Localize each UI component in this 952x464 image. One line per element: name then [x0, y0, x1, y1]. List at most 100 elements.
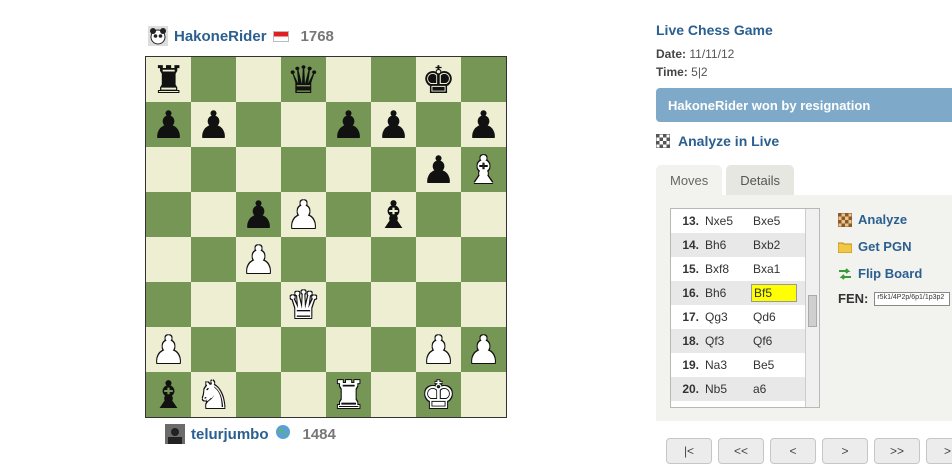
- panda-avatar-icon[interactable]: [148, 26, 168, 46]
- square-g2[interactable]: ♟: [416, 327, 461, 372]
- square-g5[interactable]: [416, 192, 461, 237]
- square-b2[interactable]: [191, 327, 236, 372]
- square-e2[interactable]: [326, 327, 371, 372]
- square-d3[interactable]: ♛: [281, 282, 326, 327]
- square-g4[interactable]: [416, 237, 461, 282]
- square-b3[interactable]: [191, 282, 236, 327]
- square-h5[interactable]: [461, 192, 506, 237]
- square-f8[interactable]: [371, 57, 416, 102]
- get-pgn-button[interactable]: Get PGN: [838, 237, 922, 256]
- first-move-button[interactable]: |<: [666, 438, 712, 464]
- fen-field[interactable]: r5k1/4P2p/6p1/1p3p2: [874, 291, 951, 306]
- white-pawn-piece[interactable]: ♟: [421, 331, 455, 369]
- square-e6[interactable]: [326, 147, 371, 192]
- square-d8[interactable]: ♛: [281, 57, 326, 102]
- square-d7[interactable]: [281, 102, 326, 147]
- square-d1[interactable]: [281, 372, 326, 417]
- square-h4[interactable]: [461, 237, 506, 282]
- black-move[interactable]: Bxa1: [751, 262, 799, 276]
- white-move[interactable]: Bh6: [703, 286, 751, 300]
- square-c8[interactable]: [236, 57, 281, 102]
- square-c7[interactable]: [236, 102, 281, 147]
- square-f4[interactable]: [371, 237, 416, 282]
- square-h3[interactable]: [461, 282, 506, 327]
- scrollbar-thumb[interactable]: [808, 295, 817, 327]
- user-photo-icon[interactable]: [165, 424, 185, 444]
- black-rook-piece[interactable]: ♜: [151, 61, 185, 99]
- square-h2[interactable]: ♟: [461, 327, 506, 372]
- move-list-scrollbar[interactable]: [805, 209, 819, 407]
- tab-moves[interactable]: Moves: [656, 165, 723, 195]
- white-king-piece[interactable]: ♚: [421, 376, 455, 414]
- square-g8[interactable]: ♚: [416, 57, 461, 102]
- black-bishop-piece[interactable]: ♝: [376, 196, 410, 234]
- square-g1[interactable]: ♚: [416, 372, 461, 417]
- square-e1[interactable]: ♜: [326, 372, 371, 417]
- forward-five-button[interactable]: >>: [874, 438, 920, 464]
- black-move[interactable]: Bxb2: [751, 238, 799, 252]
- white-pawn-piece[interactable]: ♟: [151, 331, 185, 369]
- white-move[interactable]: Nb5: [703, 382, 751, 396]
- white-move[interactable]: Nxe5: [703, 214, 751, 228]
- white-move[interactable]: Qf3: [703, 334, 751, 348]
- square-e7[interactable]: ♟: [326, 102, 371, 147]
- square-c4[interactable]: ♟: [236, 237, 281, 282]
- bottom-player-name[interactable]: telurjumbo: [191, 426, 269, 443]
- square-g7[interactable]: [416, 102, 461, 147]
- black-pawn-piece[interactable]: ♟: [151, 106, 185, 144]
- white-move[interactable]: Qg3: [703, 310, 751, 324]
- black-move[interactable]: Qd6: [751, 310, 799, 324]
- move-list[interactable]: 13. Nxe5 Bxe5 14. Bh6 Bxb2 15. Bxf8 Bxa1 16. Bh6 Bf…: [670, 208, 820, 408]
- white-pawn-piece[interactable]: ♟: [286, 196, 320, 234]
- square-a1[interactable]: ♝: [146, 372, 191, 417]
- black-queen-piece[interactable]: ♛: [286, 61, 320, 99]
- square-h7[interactable]: ♟: [461, 102, 506, 147]
- square-e4[interactable]: [326, 237, 371, 282]
- black-pawn-piece[interactable]: ♟: [241, 196, 275, 234]
- square-e8[interactable]: [326, 57, 371, 102]
- square-d6[interactable]: [281, 147, 326, 192]
- black-move[interactable]: a6: [751, 382, 799, 396]
- chess-board[interactable]: ♜ ♛ ♚ ♟ ♟ ♟ ♟ ♟ ♟ ♝ ♟ ♟ ♝ ♟ ♛ ♟ ♟ ♟ ♝ ♞ ♜ ♚: [145, 56, 507, 418]
- square-f7[interactable]: ♟: [371, 102, 416, 147]
- black-pawn-piece[interactable]: ♟: [421, 151, 455, 189]
- black-king-piece[interactable]: ♚: [421, 61, 455, 99]
- white-move[interactable]: Na3: [703, 358, 751, 372]
- square-f6[interactable]: [371, 147, 416, 192]
- square-f5[interactable]: ♝: [371, 192, 416, 237]
- black-bishop-piece[interactable]: ♝: [151, 376, 185, 414]
- square-a2[interactable]: ♟: [146, 327, 191, 372]
- square-b1[interactable]: ♞: [191, 372, 236, 417]
- square-g6[interactable]: ♟: [416, 147, 461, 192]
- black-move[interactable]: Bxe5: [751, 214, 799, 228]
- square-f1[interactable]: [371, 372, 416, 417]
- black-pawn-piece[interactable]: ♟: [331, 106, 365, 144]
- white-move[interactable]: Bh6: [703, 238, 751, 252]
- flip-board-button[interactable]: Flip Board: [838, 264, 922, 283]
- white-queen-piece[interactable]: ♛: [286, 286, 320, 324]
- black-pawn-piece[interactable]: ♟: [376, 106, 410, 144]
- next-move-button[interactable]: >: [822, 438, 868, 464]
- square-b5[interactable]: [191, 192, 236, 237]
- square-a5[interactable]: [146, 192, 191, 237]
- white-knight-piece[interactable]: ♞: [196, 376, 230, 414]
- square-h1[interactable]: [461, 372, 506, 417]
- square-a4[interactable]: [146, 237, 191, 282]
- square-h6[interactable]: ♝: [461, 147, 506, 192]
- square-h8[interactable]: [461, 57, 506, 102]
- white-pawn-piece[interactable]: ♟: [466, 331, 500, 369]
- square-e3[interactable]: [326, 282, 371, 327]
- previous-move-button[interactable]: <: [770, 438, 816, 464]
- square-a7[interactable]: ♟: [146, 102, 191, 147]
- back-five-button[interactable]: <<: [718, 438, 764, 464]
- square-b8[interactable]: [191, 57, 236, 102]
- square-b6[interactable]: [191, 147, 236, 192]
- square-d2[interactable]: [281, 327, 326, 372]
- square-f2[interactable]: [371, 327, 416, 372]
- square-c3[interactable]: [236, 282, 281, 327]
- square-d4[interactable]: [281, 237, 326, 282]
- top-player-name[interactable]: HakoneRider: [174, 28, 267, 45]
- square-c1[interactable]: [236, 372, 281, 417]
- square-a8[interactable]: ♜: [146, 57, 191, 102]
- white-bishop-piece[interactable]: ♝: [466, 151, 500, 189]
